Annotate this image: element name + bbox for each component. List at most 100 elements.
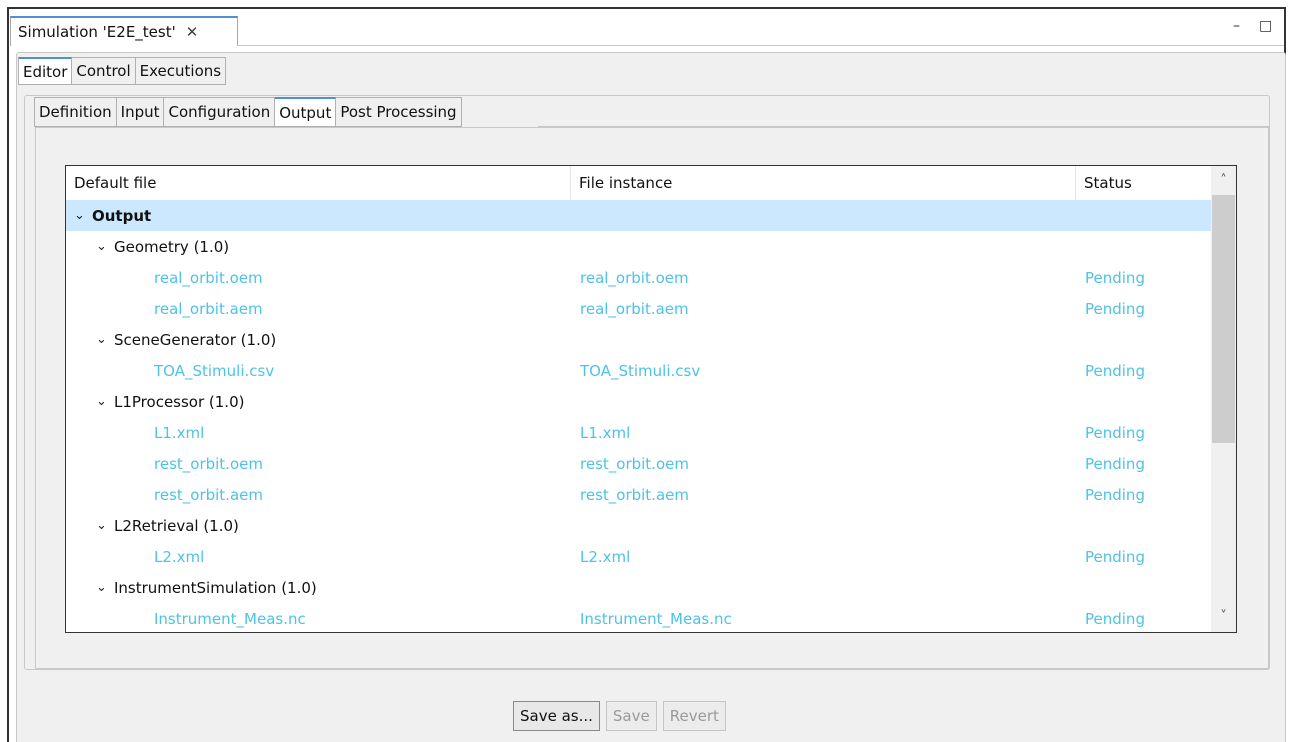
default-file-cell: ⌄ SceneGenerator (1.0) <box>96 324 276 355</box>
file-instance-cell[interactable]: real_orbit.oem <box>580 262 689 293</box>
revert-button[interactable]: Revert <box>662 701 726 731</box>
file-instance-cell[interactable]: L2.xml <box>580 541 630 572</box>
group-label: L1Processor (1.0) <box>114 392 245 411</box>
default-file-cell: L1.xml <box>154 417 204 448</box>
default-file-cell: ⌄ L1Processor (1.0) <box>96 386 244 417</box>
status-cell: Pending <box>1085 361 1145 380</box>
tab-executions[interactable]: Executions <box>135 57 227 85</box>
default-file-name: L2.xml <box>154 547 205 566</box>
chevron-down-icon[interactable]: ⌄ <box>96 332 114 347</box>
group-label: SceneGenerator (1.0) <box>114 330 277 349</box>
table-row[interactable]: rest_orbit.aem rest_orbit.aem Pending <box>66 479 1211 510</box>
scrollbar-thumb[interactable] <box>1212 195 1235 443</box>
status-cell: Pending <box>1085 299 1145 318</box>
tab-configuration[interactable]: Configuration <box>164 97 276 127</box>
tab-control[interactable]: Control <box>72 57 136 85</box>
chevron-down-icon[interactable]: ⌄ <box>96 518 114 533</box>
default-file-cell: real_orbit.oem <box>154 262 263 293</box>
chevron-down-icon[interactable]: ⌄ <box>96 580 114 595</box>
table-row[interactable]: Instrument_Meas.nc Instrument_Meas.nc Pend… <box>66 603 1211 632</box>
view-tab-simulation[interactable]: Simulation 'E2E_test' ✕ <box>10 16 238 46</box>
default-file-cell: real_orbit.aem <box>154 293 263 324</box>
file-instance-cell[interactable]: rest_orbit.aem <box>580 479 689 510</box>
file-instance-cell[interactable]: Instrument_Meas.nc <box>580 603 732 632</box>
tab-label: Output <box>279 103 332 122</box>
tree-group-row[interactable]: ⌄ Output <box>66 200 1211 231</box>
default-file-cell: ⌄ Geometry (1.0) <box>96 231 229 262</box>
column-header-file-instance[interactable]: File instance <box>571 166 1076 200</box>
status-cell: Pending <box>1085 609 1145 628</box>
tab-label: Editor <box>23 62 68 81</box>
table-row[interactable]: real_orbit.oem real_orbit.oem Pending <box>66 262 1211 293</box>
tab-post-processing[interactable]: Post Processing <box>336 97 462 127</box>
column-header-status[interactable]: Status <box>1076 166 1211 200</box>
group-label: InstrumentSimulation (1.0) <box>114 578 317 597</box>
default-file-cell: Instrument_Meas.nc <box>154 603 306 632</box>
default-file-name: rest_orbit.aem <box>154 485 263 504</box>
group-label: L2Retrieval (1.0) <box>114 516 239 535</box>
tab-editor[interactable]: Editor <box>18 57 73 85</box>
tree-group-row[interactable]: ⌄ L1Processor (1.0) <box>66 386 1211 417</box>
save-as-button[interactable]: Save as... <box>513 701 600 731</box>
tab-label: Control <box>76 62 131 80</box>
group-label: Geometry (1.0) <box>114 237 230 256</box>
status-cell: Pending <box>1085 485 1145 504</box>
status-cell: Pending <box>1085 547 1145 566</box>
chevron-down-icon[interactable]: ⌄ <box>74 208 92 223</box>
tree-rows: ⌄ Output ⌄ Geometry (1.0) real_orbit.oem real… <box>66 200 1211 632</box>
table-row[interactable]: TOA_Stimuli.csv TOA_Stimuli.csv Pending <box>66 355 1211 386</box>
file-instance-cell[interactable]: TOA_Stimuli.csv <box>580 355 700 386</box>
tab-definition[interactable]: Definition <box>34 97 117 127</box>
tab-output[interactable]: Output <box>275 97 337 127</box>
default-file-cell: rest_orbit.oem <box>154 448 263 479</box>
output-files-tree[interactable]: Default file File instance Status ⌄ Outpu… <box>65 165 1237 633</box>
view-tab-title: Simulation 'E2E_test' <box>18 23 176 41</box>
default-file-cell: ⌄ L2Retrieval (1.0) <box>96 510 239 541</box>
default-file-name: real_orbit.oem <box>154 268 263 287</box>
chevron-down-icon[interactable]: ˅ <box>1211 602 1236 632</box>
chevron-up-icon[interactable]: ˄ <box>1211 166 1236 196</box>
default-file-name: real_orbit.aem <box>154 299 263 318</box>
group-label: Output <box>92 206 152 225</box>
default-file-cell: TOA_Stimuli.csv <box>154 355 274 386</box>
tree-group-row[interactable]: ⌄ InstrumentSimulation (1.0) <box>66 572 1211 603</box>
table-row[interactable]: L1.xml L1.xml Pending <box>66 417 1211 448</box>
column-header-default-file[interactable]: Default file <box>66 166 571 200</box>
default-file-name: Instrument_Meas.nc <box>154 609 306 628</box>
table-row[interactable]: rest_orbit.oem rest_orbit.oem Pending <box>66 448 1211 479</box>
default-file-name: rest_orbit.oem <box>154 454 263 473</box>
tab-label: Post Processing <box>340 103 457 121</box>
default-file-cell: ⌄ Output <box>74 200 151 231</box>
sub-tabs: Definition Input Configuration Output Po… <box>34 97 462 127</box>
save-button[interactable]: Save <box>605 701 657 731</box>
status-cell: Pending <box>1085 423 1145 442</box>
vertical-scrollbar[interactable]: ˄ ˅ <box>1211 166 1236 632</box>
tree-group-row[interactable]: ⌄ Geometry (1.0) <box>66 231 1211 262</box>
maximize-icon[interactable]: □ <box>1259 18 1272 34</box>
close-icon[interactable]: ✕ <box>186 23 199 41</box>
tree-group-row[interactable]: ⌄ SceneGenerator (1.0) <box>66 324 1211 355</box>
status-cell: Pending <box>1085 268 1145 287</box>
chevron-down-icon[interactable]: ⌄ <box>96 239 114 254</box>
default-file-name: TOA_Stimuli.csv <box>154 361 275 380</box>
tree-group-row[interactable]: ⌄ L2Retrieval (1.0) <box>66 510 1211 541</box>
file-instance-cell[interactable]: real_orbit.aem <box>580 293 689 324</box>
table-row[interactable]: real_orbit.aem real_orbit.aem Pending <box>66 293 1211 324</box>
tree-header: Default file File instance Status <box>66 166 1211 200</box>
tab-label: Definition <box>39 103 112 121</box>
default-file-name: L1.xml <box>154 423 205 442</box>
default-file-cell: L2.xml <box>154 541 204 572</box>
file-instance-cell[interactable]: L1.xml <box>580 417 630 448</box>
status-cell: Pending <box>1085 454 1145 473</box>
tab-input[interactable]: Input <box>116 97 165 127</box>
tab-label: Input <box>120 103 160 121</box>
minimize-icon[interactable]: – <box>1233 18 1240 34</box>
default-file-cell: ⌄ InstrumentSimulation (1.0) <box>96 572 317 603</box>
tab-label: Executions <box>139 62 222 80</box>
editor-buttons: Save as... Save Revert <box>513 701 726 731</box>
table-row[interactable]: L2.xml L2.xml Pending <box>66 541 1211 572</box>
chevron-down-icon[interactable]: ⌄ <box>96 394 114 409</box>
file-instance-cell[interactable]: rest_orbit.oem <box>580 448 689 479</box>
divider <box>237 45 1284 46</box>
default-file-cell: rest_orbit.aem <box>154 479 263 510</box>
